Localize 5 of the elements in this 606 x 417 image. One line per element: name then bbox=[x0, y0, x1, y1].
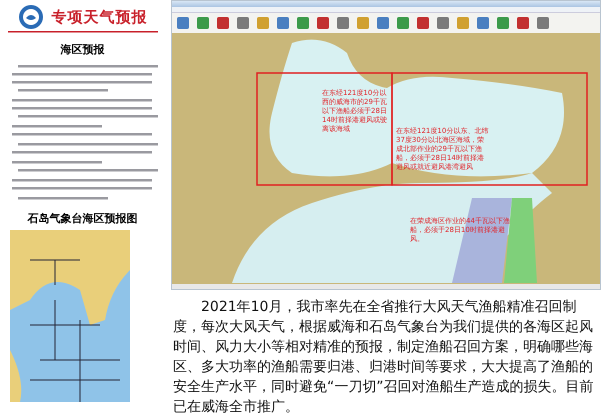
bulletin-title: 专项天气预报 bbox=[52, 8, 148, 26]
weather-logo-icon bbox=[18, 4, 44, 30]
map-title: 石岛气象台海区预报图 bbox=[26, 211, 138, 226]
article-paragraph: 2021年10月，我市率先在全省推行大风天气渔船精准召回制度，每次大风天气，根据威海和石岛气象台为我们提供的各海区起风时间、风力大小等相对精准的预报，制定渔船召回方案，明确哪些海区、多大功率的渔船需要归港、归港时间等要求，大大提高了渔船的安全生产水平，同时避免“一刀切”召回对渔船生产造成的损失。目前已在威海全市推广。 bbox=[172, 298, 595, 417]
document-heading: 海区预报 bbox=[60, 42, 104, 57]
